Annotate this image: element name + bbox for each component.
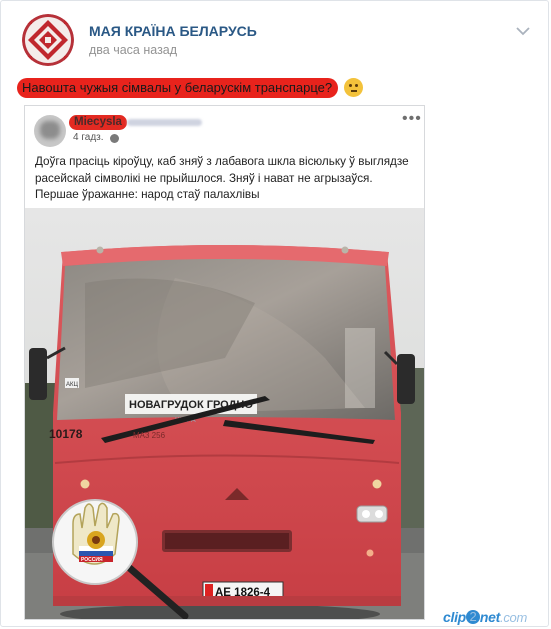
repost-text-line: расейскай сімволікі не прыйшлося. Зняў і… <box>35 171 373 185</box>
repost-time[interactable]: 4 гадз. <box>73 132 104 143</box>
repost-author-name[interactable]: Miecysla <box>69 115 127 130</box>
repost-block: Miecysla 4 гадз. ••• Доўга прасіць кіроў… <box>24 105 425 620</box>
bus-model-text: MA3 256 <box>133 431 166 440</box>
fleet-number: 10178 <box>49 427 83 441</box>
group-name-link[interactable]: МАЯ КРАЇНА БЕЛАРУСЬ <box>89 23 257 39</box>
post-time[interactable]: два часа назад <box>89 43 177 57</box>
repost-text-line: Доўга прасіць кіроўцу, каб зняў з лабаво… <box>35 155 409 168</box>
group-avatar[interactable] <box>22 14 74 66</box>
watermark-brand-digit: 2 <box>465 610 480 624</box>
windshield-sticker: АКЦ <box>66 382 78 388</box>
repost-author-avatar[interactable] <box>34 115 66 147</box>
clip2net-watermark: clip 2 net.com <box>443 609 527 625</box>
more-options-icon[interactable]: ••• <box>402 110 422 128</box>
redacted-name <box>127 119 202 126</box>
pendant-flag-text: РОССИЯ <box>81 557 103 563</box>
watermark-domain: .com <box>500 610 528 625</box>
thinking-emoji-icon <box>344 78 363 97</box>
post-caption: Навошта чужыя сімвалы у беларускім транс… <box>17 78 339 98</box>
privacy-globe-icon <box>110 134 119 143</box>
chevron-down-icon[interactable] <box>515 25 531 37</box>
bus-photo[interactable]: АКЦ НОВАГРУДОК ГРОДНО ШОРА 10178 MA3 256 <box>25 208 424 619</box>
repost-text-line: Першае ўражанне: народ стаў палахлівы <box>35 188 260 201</box>
watermark-brand-end: net <box>479 609 501 625</box>
repost-text: Доўга прасіць кіроўцу, каб зняў з лабаво… <box>35 154 418 204</box>
watermark-brand-start: clip <box>443 609 466 625</box>
feed-post: МАЯ КРАЇНА БЕЛАРУСЬ два часа назад Навош… <box>0 0 549 627</box>
